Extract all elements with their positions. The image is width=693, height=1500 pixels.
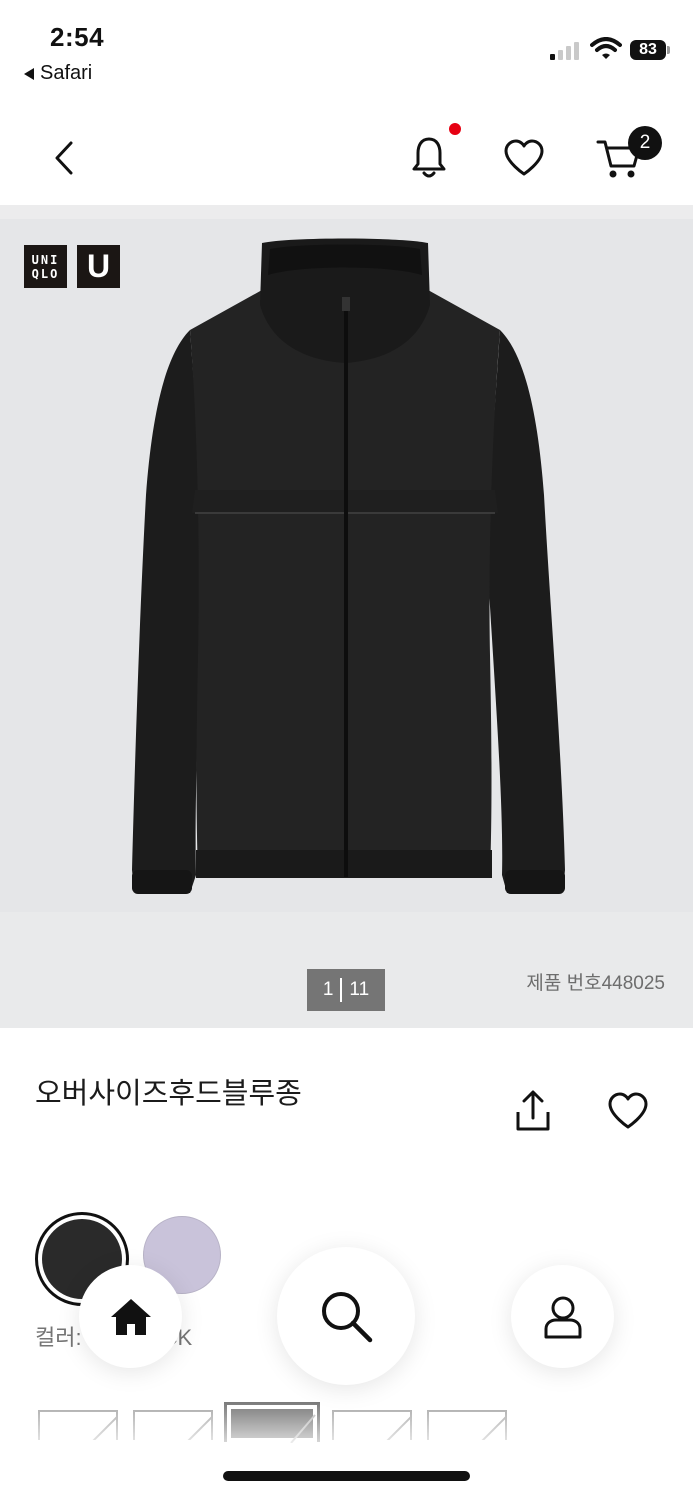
battery-indicator: 83 <box>630 40 666 60</box>
share-button[interactable] <box>510 1088 556 1134</box>
pager-separator <box>340 978 343 1002</box>
pager-total: 11 <box>349 979 370 1000</box>
status-time: 2:54 <box>50 22 105 52</box>
wishlist-header-button[interactable] <box>500 135 548 181</box>
notification-button[interactable] <box>406 135 452 181</box>
color-label-prefix: 컬러: <box>35 1325 82 1350</box>
account-button[interactable] <box>511 1265 614 1368</box>
heart-icon <box>504 139 544 176</box>
wifi-icon <box>590 37 622 66</box>
image-pager: 1 11 <box>307 969 385 1011</box>
search-button[interactable] <box>277 1247 415 1385</box>
notification-dot <box>449 123 461 135</box>
battery-tip <box>667 46 670 54</box>
uniqlo-logo: UNI QLO <box>24 245 67 288</box>
share-icon <box>516 1090 550 1131</box>
product-number: 제품 번호448025 <box>526 973 665 994</box>
heart-icon <box>608 1092 648 1129</box>
wishlist-product-button[interactable] <box>604 1088 652 1134</box>
pager-current: 1 <box>322 979 334 1000</box>
user-icon <box>544 1296 581 1338</box>
back-button[interactable] <box>44 138 84 178</box>
home-button[interactable] <box>79 1265 182 1368</box>
bell-icon <box>412 137 446 178</box>
cellular-signal-icon <box>550 42 579 60</box>
uniqlo-u-logo: U <box>77 245 120 288</box>
back-app-label: Safari <box>40 62 93 84</box>
back-triangle-icon <box>24 67 34 80</box>
product-name: 오버사이즈후드블루종 <box>35 1078 302 1110</box>
cart-count-badge: 2 <box>628 126 662 160</box>
home-indicator <box>223 1471 470 1481</box>
hero-top-band <box>0 205 693 219</box>
jacket-product-image <box>110 235 580 905</box>
home-icon <box>110 1298 151 1335</box>
logo-line-2: QLO <box>31 266 60 281</box>
back-to-safari[interactable]: Safari <box>24 62 92 85</box>
chevron-left-icon <box>55 141 73 175</box>
search-icon <box>322 1292 373 1343</box>
logo-line-1: UNI <box>31 252 60 267</box>
